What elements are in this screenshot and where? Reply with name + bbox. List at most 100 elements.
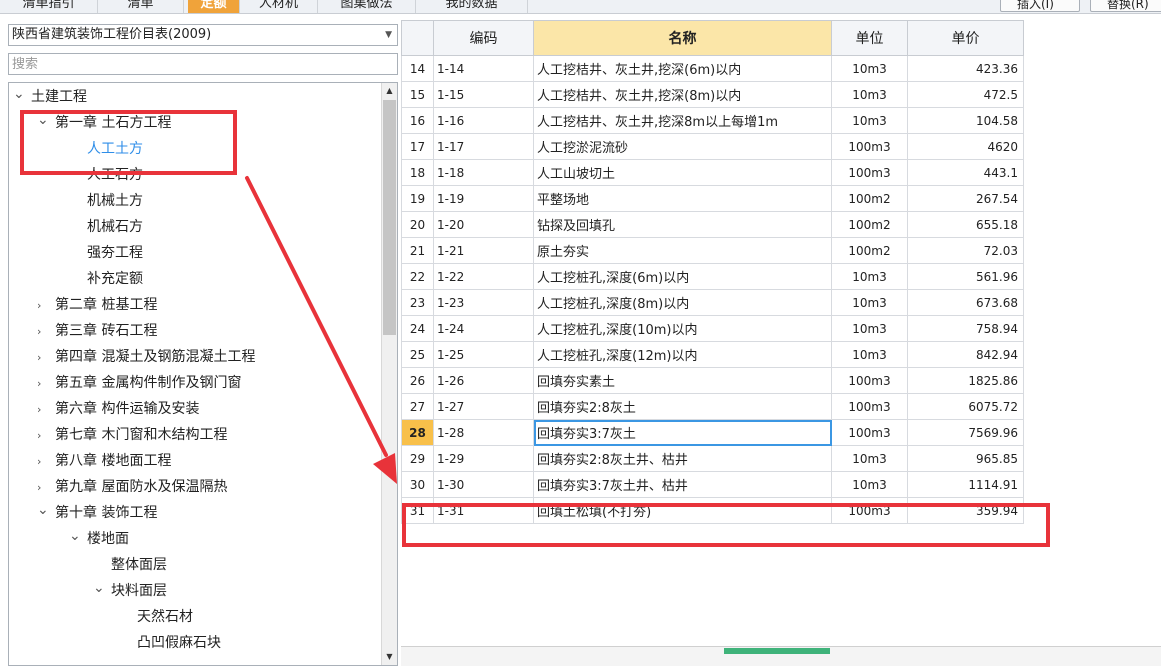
- tree-scrollbar[interactable]: ▲ ▼: [381, 83, 397, 665]
- tree-node[interactable]: 人工土方: [69, 137, 143, 161]
- tree-node[interactable]: ⌄ 楼地面: [69, 527, 129, 551]
- collapse-chevron-icon[interactable]: ›: [37, 424, 55, 448]
- expand-chevron-icon[interactable]: ⌄: [13, 83, 31, 106]
- code-cell[interactable]: 1-24: [433, 315, 534, 342]
- table-row[interactable]: 26 1-26 回填夯实素土 100m3 1825.86: [401, 367, 1024, 394]
- tab-list-guide[interactable]: 清单指引: [0, 0, 98, 13]
- table-row[interactable]: 19 1-19 平整场地 100m2 267.54: [401, 185, 1024, 212]
- name-cell[interactable]: 钻探及回填孔: [533, 211, 832, 238]
- row-number-cell[interactable]: 30: [401, 471, 434, 498]
- name-cell[interactable]: 人工挖桔井、灰土井,挖深(6m)以内: [533, 55, 832, 82]
- insert-button[interactable]: 插入(I): [1000, 0, 1080, 12]
- row-number-cell[interactable]: 15: [401, 81, 434, 108]
- unit-cell[interactable]: 10m3: [831, 81, 908, 108]
- table-row[interactable]: 25 1-25 人工挖桩孔,深度(12m)以内 10m3 842.94: [401, 341, 1024, 368]
- row-number-cell[interactable]: 20: [401, 211, 434, 238]
- expand-chevron-icon[interactable]: ⌄: [37, 108, 55, 132]
- unit-cell[interactable]: 10m3: [831, 289, 908, 316]
- price-cell[interactable]: 359.94: [907, 497, 1024, 524]
- price-cell[interactable]: 4620: [907, 133, 1024, 160]
- name-cell[interactable]: 人工挖桩孔,深度(8m)以内: [533, 289, 832, 316]
- header-name[interactable]: 名称: [533, 20, 832, 56]
- unit-cell[interactable]: 100m3: [831, 133, 908, 160]
- code-cell[interactable]: 1-15: [433, 81, 534, 108]
- tab-list[interactable]: 清单: [98, 0, 184, 13]
- row-number-cell[interactable]: 27: [401, 393, 434, 420]
- name-cell[interactable]: 回填夯实素土: [533, 367, 832, 394]
- price-cell[interactable]: 1114.91: [907, 471, 1024, 498]
- collapse-chevron-icon[interactable]: ›: [37, 476, 55, 500]
- code-cell[interactable]: 1-19: [433, 185, 534, 212]
- collapse-chevron-icon[interactable]: ›: [37, 398, 55, 422]
- tree-node[interactable]: › 第七章 木门窗和木结构工程: [37, 423, 227, 447]
- chevron-down-icon[interactable]: ▼: [385, 25, 392, 45]
- name-cell[interactable]: 人工挖桔井、灰土井,挖深8m以上每增1m: [533, 107, 832, 134]
- row-number-cell[interactable]: 18: [401, 159, 434, 186]
- unit-cell[interactable]: 10m3: [831, 263, 908, 290]
- table-row[interactable]: 21 1-21 原土夯实 100m2 72.03: [401, 237, 1024, 264]
- unit-cell[interactable]: 100m3: [831, 159, 908, 186]
- price-cell[interactable]: 965.85: [907, 445, 1024, 472]
- unit-cell[interactable]: 10m3: [831, 341, 908, 368]
- tree-node[interactable]: › 第四章 混凝土及钢筋混凝土工程: [37, 345, 255, 369]
- code-cell[interactable]: 1-20: [433, 211, 534, 238]
- name-cell[interactable]: 人工挖桩孔,深度(6m)以内: [533, 263, 832, 290]
- price-cell[interactable]: 673.68: [907, 289, 1024, 316]
- unit-cell[interactable]: 10m3: [831, 55, 908, 82]
- tab-labor-material-machine[interactable]: 人材机: [240, 0, 318, 13]
- unit-cell[interactable]: 100m2: [831, 185, 908, 212]
- tree-node[interactable]: 整体面层: [93, 553, 167, 577]
- name-cell[interactable]: 人工挖桩孔,深度(12m)以内: [533, 341, 832, 368]
- tree-node[interactable]: 机械土方: [69, 189, 143, 213]
- code-cell[interactable]: 1-29: [433, 445, 534, 472]
- scrollbar-thumb[interactable]: [383, 100, 396, 335]
- row-number-cell[interactable]: 16: [401, 107, 434, 134]
- tab-quota[interactable]: 定额: [188, 0, 240, 13]
- code-cell[interactable]: 1-14: [433, 55, 534, 82]
- unit-cell[interactable]: 10m3: [831, 445, 908, 472]
- header-code[interactable]: 编码: [433, 20, 534, 56]
- library-select[interactable]: 陕西省建筑装饰工程价目表(2009) ▼: [8, 24, 398, 46]
- name-cell[interactable]: 回填夯实3:7灰土: [533, 419, 832, 446]
- table-row[interactable]: 22 1-22 人工挖桩孔,深度(6m)以内 10m3 561.96: [401, 263, 1024, 290]
- unit-cell[interactable]: 10m3: [831, 107, 908, 134]
- name-cell[interactable]: 原土夯实: [533, 237, 832, 264]
- tree-node[interactable]: 补充定额: [69, 267, 143, 291]
- replace-button[interactable]: 替换(R): [1090, 0, 1161, 12]
- code-cell[interactable]: 1-25: [433, 341, 534, 368]
- price-cell[interactable]: 1825.86: [907, 367, 1024, 394]
- tree-node[interactable]: ⌄ 块料面层: [93, 579, 167, 603]
- table-row[interactable]: 23 1-23 人工挖桩孔,深度(8m)以内 10m3 673.68: [401, 289, 1024, 316]
- expand-chevron-icon[interactable]: ⌄: [37, 498, 55, 522]
- expand-chevron-icon[interactable]: ⌄: [69, 524, 87, 548]
- price-cell[interactable]: 7569.96: [907, 419, 1024, 446]
- tree-node[interactable]: › 第五章 金属构件制作及钢门窗: [37, 371, 241, 395]
- tree-node[interactable]: › 第八章 楼地面工程: [37, 449, 171, 473]
- unit-cell[interactable]: 10m3: [831, 315, 908, 342]
- code-cell[interactable]: 1-21: [433, 237, 534, 264]
- tab-my-data[interactable]: 我的数据: [416, 0, 528, 13]
- code-cell[interactable]: 1-16: [433, 107, 534, 134]
- tree-node[interactable]: 机械石方: [69, 215, 143, 239]
- unit-cell[interactable]: 100m2: [831, 211, 908, 238]
- search-input[interactable]: [8, 53, 398, 75]
- unit-cell[interactable]: 100m2: [831, 237, 908, 264]
- price-cell[interactable]: 267.54: [907, 185, 1024, 212]
- code-cell[interactable]: 1-30: [433, 471, 534, 498]
- code-cell[interactable]: 1-17: [433, 133, 534, 160]
- row-number-cell[interactable]: 24: [401, 315, 434, 342]
- unit-cell[interactable]: 100m3: [831, 393, 908, 420]
- price-cell[interactable]: 561.96: [907, 263, 1024, 290]
- code-cell[interactable]: 1-27: [433, 393, 534, 420]
- price-cell[interactable]: 842.94: [907, 341, 1024, 368]
- price-cell[interactable]: 104.58: [907, 107, 1024, 134]
- tree-node[interactable]: 强夯工程: [69, 241, 143, 265]
- collapse-chevron-icon[interactable]: ›: [37, 346, 55, 370]
- table-row[interactable]: 16 1-16 人工挖桔井、灰土井,挖深8m以上每增1m 10m3 104.58: [401, 107, 1024, 134]
- code-cell[interactable]: 1-26: [433, 367, 534, 394]
- name-cell[interactable]: 人工挖桩孔,深度(10m)以内: [533, 315, 832, 342]
- tree-node[interactable]: ⌄ 土建工程: [13, 85, 87, 109]
- row-number-cell[interactable]: 28: [401, 419, 434, 446]
- tree-node[interactable]: ⌄ 第十章 装饰工程: [37, 501, 157, 525]
- row-number-cell[interactable]: 31: [401, 497, 434, 524]
